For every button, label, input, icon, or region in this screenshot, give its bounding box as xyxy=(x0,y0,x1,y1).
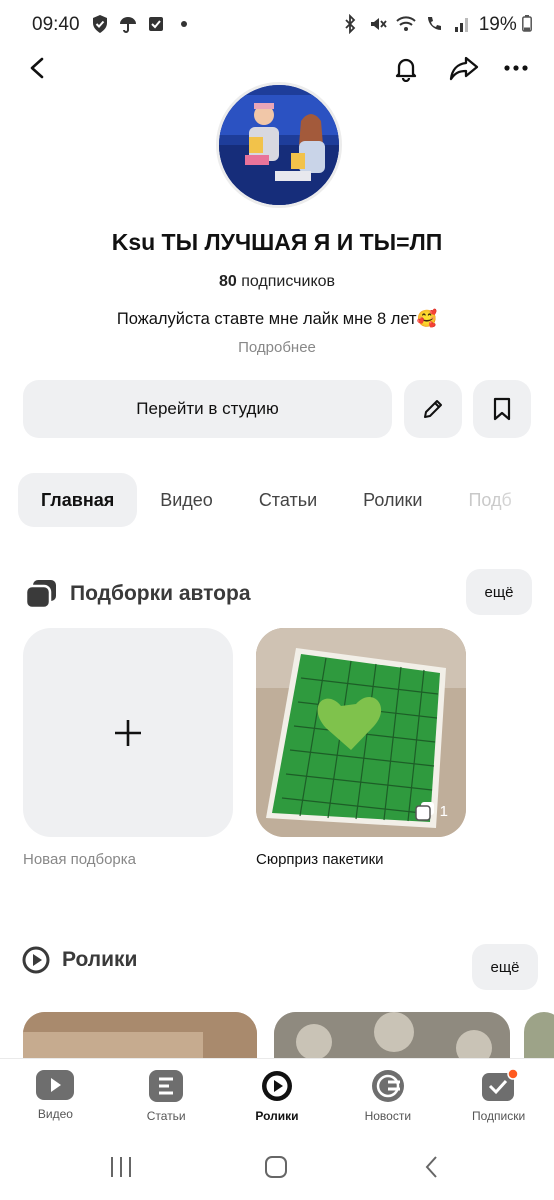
wifi-call-icon xyxy=(428,17,441,30)
collection-card[interactable]: 1 xyxy=(256,628,466,837)
bluetooth-icon xyxy=(345,14,356,34)
collection-count: 1 xyxy=(414,801,448,821)
recent-apps-button[interactable] xyxy=(101,1150,141,1184)
back-button[interactable] xyxy=(16,46,60,90)
pencil-icon xyxy=(424,400,442,418)
subscribers-count: 80 подписчиков xyxy=(218,273,336,290)
share-icon xyxy=(449,56,479,81)
more-info-link[interactable]: Подробнее xyxy=(0,339,554,356)
shield-check-icon xyxy=(93,15,107,33)
reels-icon xyxy=(22,946,50,974)
nav-video[interactable]: Видео xyxy=(0,1059,111,1132)
tab-reels[interactable]: Ролики xyxy=(340,473,445,527)
plus-icon xyxy=(115,719,141,746)
go-to-studio-button[interactable]: Перейти в студию xyxy=(23,380,392,438)
recent-apps-icon xyxy=(111,1157,131,1177)
tab-video[interactable]: Видео xyxy=(137,473,236,527)
collections-more-button[interactable]: ещё xyxy=(466,569,532,615)
bell-icon xyxy=(395,58,417,82)
channel-avatar[interactable] xyxy=(216,82,342,208)
more-dots-icon xyxy=(504,65,528,71)
avatar-photo xyxy=(219,85,339,205)
status-bar: 09:40 19% xyxy=(0,0,554,52)
mute-icon xyxy=(371,18,387,30)
reels-more-button[interactable]: ещё xyxy=(472,944,538,990)
battery-icon xyxy=(522,15,532,32)
nav-news[interactable]: Новости xyxy=(332,1059,443,1132)
collection-caption: Сюрприз пакетики xyxy=(256,851,384,868)
home-button[interactable] xyxy=(256,1150,296,1184)
home-icon xyxy=(265,1156,287,1178)
channel-bio: Пожалуйста ставте мне лайк мне 8 лет🥰 xyxy=(116,310,438,328)
new-collection-caption: Новая подборка xyxy=(23,851,137,868)
signal-icon xyxy=(455,18,468,32)
nav-subscriptions[interactable]: Подписки xyxy=(443,1059,554,1132)
tab-main[interactable]: Главная xyxy=(18,473,138,527)
more-options-button[interactable] xyxy=(494,46,538,90)
bottom-nav: Видео Статьи Ролики Новости Подписки xyxy=(0,1058,554,1132)
collections-section-title: Подборки автора xyxy=(24,578,251,610)
news-icon xyxy=(371,1070,404,1102)
dot-icon xyxy=(181,21,187,27)
collection-stack-icon xyxy=(414,802,434,821)
battery-level: 19% xyxy=(479,14,532,36)
reels-nav-icon xyxy=(261,1071,292,1101)
channel-tabs: Главная Видео Статьи Ролики Подб xyxy=(18,473,535,527)
collections-icon xyxy=(24,580,56,610)
channel-name: Ksu ТЫ ЛУЧШАЯ Я И ТЫ=ЛП xyxy=(111,229,443,255)
video-icon xyxy=(36,1070,75,1100)
articles-icon xyxy=(149,1070,184,1102)
status-time: 09:40 xyxy=(32,14,80,35)
notifications-button[interactable] xyxy=(384,46,428,90)
reels-section-title: Ролики xyxy=(22,946,137,974)
bookmark-icon xyxy=(493,397,511,421)
new-collection-card[interactable] xyxy=(23,628,233,837)
system-nav-bar xyxy=(0,1132,554,1200)
umbrella-icon xyxy=(120,17,136,33)
system-back-icon xyxy=(425,1156,437,1178)
tab-articles[interactable]: Статьи xyxy=(236,473,340,527)
system-back-button[interactable] xyxy=(412,1150,452,1184)
bookmark-button[interactable] xyxy=(473,380,531,438)
nav-reels[interactable]: Ролики xyxy=(222,1059,333,1132)
share-button[interactable] xyxy=(442,46,486,90)
checkbox-icon xyxy=(149,17,163,31)
subscriptions-icon xyxy=(481,1069,518,1101)
wifi-icon xyxy=(396,16,416,31)
edit-button[interactable] xyxy=(404,380,462,438)
back-arrow-icon xyxy=(30,57,44,79)
nav-articles[interactable]: Статьи xyxy=(111,1059,222,1132)
